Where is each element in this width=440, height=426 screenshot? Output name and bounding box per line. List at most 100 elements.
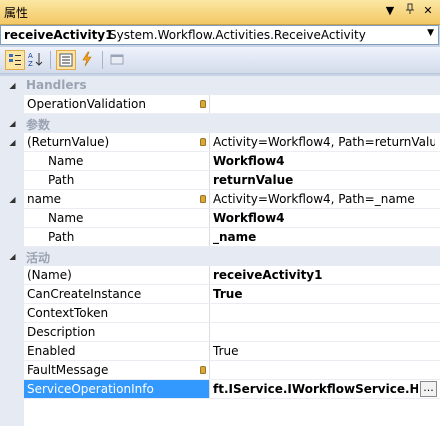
collapse-icon[interactable]: ◢ <box>8 81 17 90</box>
column-divider <box>209 209 210 228</box>
property-value[interactable]: Activity=Workflow4, Path=_name <box>213 190 435 209</box>
property-row-operationvalidation[interactable]: OperationValidation <box>0 95 440 114</box>
row-gutter <box>0 228 24 247</box>
collapse-icon[interactable]: ◢ <box>8 119 17 128</box>
row-gutter <box>0 323 24 342</box>
property-value[interactable]: ft.IService.IWorkflowService.Hello <box>213 380 418 399</box>
lightning-icon <box>82 51 92 67</box>
lock-icon <box>200 366 206 374</box>
properties-icon <box>59 53 73 67</box>
category-label: 活动 <box>26 251 51 265</box>
object-name: receiveActivity1 <box>4 28 114 42</box>
property-value[interactable]: Workflow4 <box>213 209 435 228</box>
lock-icon <box>200 195 206 203</box>
column-divider <box>209 95 210 114</box>
row-gutter <box>0 380 24 399</box>
categorized-button[interactable] <box>5 50 25 70</box>
column-divider <box>209 171 210 190</box>
dropdown-icon[interactable]: ▼ <box>382 3 398 19</box>
object-selector[interactable]: receiveActivity1 System.Workflow.Activit… <box>0 25 439 45</box>
property-row-description[interactable]: Description <box>0 323 440 342</box>
property-value[interactable]: _name <box>213 228 435 247</box>
title-bar: 属性 ▼ ✕ <box>0 0 440 25</box>
category-handlers[interactable]: ◢ Handlers <box>0 76 440 95</box>
alphabetical-button[interactable]: A Z <box>26 50 46 70</box>
property-name: Name <box>48 154 84 168</box>
property-value[interactable] <box>213 361 435 380</box>
property-row-faultmessage[interactable]: FaultMessage <box>0 361 440 380</box>
row-gutter: ◢ <box>0 190 24 209</box>
column-divider <box>209 285 210 304</box>
categorized-icon <box>9 54 21 65</box>
collapse-icon[interactable]: ◢ <box>8 195 17 204</box>
row-gutter <box>0 266 24 285</box>
property-value[interactable]: Activity=Workflow4, Path=returnValue <box>213 133 435 152</box>
pin-icon[interactable] <box>402 3 418 19</box>
property-row-name[interactable]: ◢ name Activity=Workflow4, Path=_name <box>0 190 440 209</box>
column-divider <box>209 361 210 380</box>
svg-text:A: A <box>28 52 33 60</box>
row-gutter <box>0 95 24 114</box>
row-gutter <box>0 304 24 323</box>
category-params[interactable]: ◢ 参数 <box>0 114 440 133</box>
property-name: ServiceOperationInfo <box>27 380 154 399</box>
row-gutter <box>0 171 24 190</box>
property-pages-icon <box>110 54 124 65</box>
property-value[interactable]: receiveActivity1 <box>213 266 435 285</box>
row-divider <box>24 398 440 399</box>
property-row-cancreateinstance[interactable]: CanCreateInstance True <box>0 285 440 304</box>
sort-az-icon: A Z <box>28 52 43 68</box>
row-gutter <box>0 399 24 426</box>
lock-icon <box>200 138 206 146</box>
property-row-enabled[interactable]: Enabled True <box>0 342 440 361</box>
property-row-n-path[interactable]: Path _name <box>0 228 440 247</box>
property-value[interactable]: Workflow4 <box>213 152 435 171</box>
properties-button[interactable] <box>56 50 76 70</box>
collapse-icon[interactable]: ◢ <box>8 138 17 147</box>
category-activity[interactable]: ◢ 活动 <box>0 247 440 266</box>
panel-title: 属性 <box>4 6 29 20</box>
toolbar-separator <box>50 51 51 69</box>
column-divider <box>209 304 210 323</box>
column-divider <box>209 190 210 209</box>
svg-text:Z: Z <box>28 60 33 68</box>
property-value[interactable]: True <box>213 285 435 304</box>
close-icon[interactable]: ✕ <box>420 3 436 19</box>
property-row-n-name[interactable]: Name Workflow4 <box>0 209 440 228</box>
property-name: (ReturnValue) <box>27 135 110 149</box>
column-divider <box>209 323 210 342</box>
property-value[interactable] <box>213 323 435 342</box>
row-gutter <box>0 209 24 228</box>
property-pages-button[interactable] <box>108 50 128 70</box>
property-name: name <box>27 192 62 206</box>
collapse-icon[interactable]: ◢ <box>8 252 17 261</box>
property-row-returnvalue[interactable]: ◢ (ReturnValue) Activity=Workflow4, Path… <box>0 133 440 152</box>
property-name: Path <box>48 173 75 187</box>
ellipsis-button[interactable]: ... <box>420 381 437 397</box>
property-row-rv-name[interactable]: Name Workflow4 <box>0 152 440 171</box>
column-divider <box>209 342 210 361</box>
property-value[interactable]: returnValue <box>213 171 435 190</box>
property-name: OperationValidation <box>27 97 146 111</box>
row-gutter <box>0 342 24 361</box>
property-row-name-paren[interactable]: (Name) receiveActivity1 <box>0 266 440 285</box>
property-value[interactable]: True <box>213 342 435 361</box>
property-name: CanCreateInstance <box>27 287 142 301</box>
property-row-contexttoken[interactable]: ContextToken <box>0 304 440 323</box>
property-name: Description <box>27 325 96 339</box>
property-name: Path <box>48 230 75 244</box>
events-button[interactable] <box>78 50 98 70</box>
row-gutter <box>0 361 24 380</box>
row-gutter <box>0 285 24 304</box>
property-name: Enabled <box>27 344 76 358</box>
property-row-rv-path[interactable]: Path returnValue <box>0 171 440 190</box>
property-row-serviceoperationinfo[interactable]: ServiceOperationInfo ft.IService.IWorkfl… <box>0 380 440 399</box>
property-value[interactable] <box>213 304 435 323</box>
category-label: 参数 <box>26 118 51 132</box>
chevron-down-icon[interactable]: ▼ <box>427 28 434 38</box>
object-type: System.Workflow.Activities.ReceiveActivi… <box>109 28 366 42</box>
lock-icon <box>200 100 206 108</box>
property-name: (Name) <box>27 268 72 282</box>
toolbar: A Z <box>0 47 440 74</box>
column-divider <box>209 266 210 285</box>
